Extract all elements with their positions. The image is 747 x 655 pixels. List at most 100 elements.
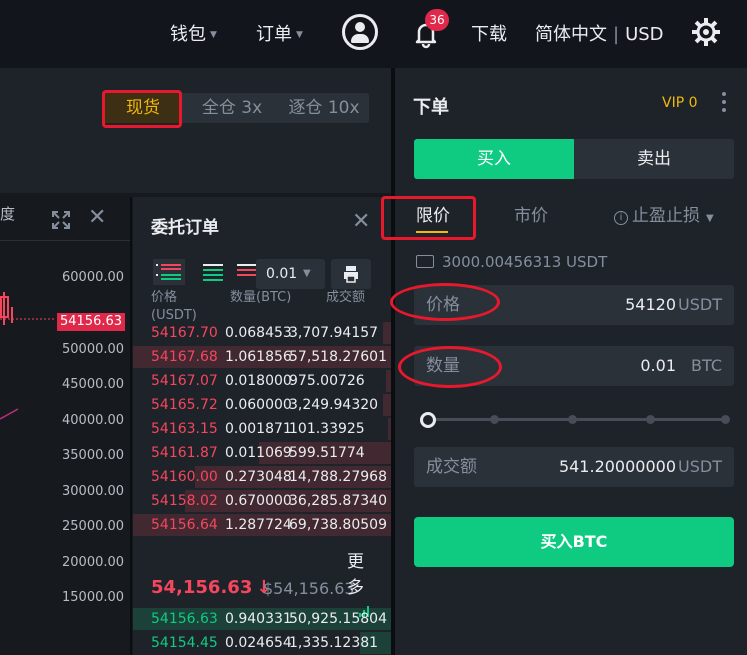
slider-step[interactable]	[568, 415, 577, 424]
close-icon[interactable]: ✕	[88, 205, 106, 230]
chevron-down-icon: ▼	[706, 213, 714, 224]
amount-input-value[interactable]: 0.01	[640, 346, 676, 386]
y-axis-tick: 40000.00	[62, 413, 125, 428]
row-amount: 0.018000	[225, 373, 292, 389]
vip-level-badge[interactable]: VIP 0	[662, 95, 698, 111]
tab-isolated-margin[interactable]: 逐仓 10x	[280, 93, 368, 123]
bid-row[interactable]: 54156.63 0.940331 50,925.15804	[133, 607, 391, 631]
row-price: 54156.63	[151, 611, 218, 627]
available-balance-value: 3000.00456313 USDT	[442, 253, 608, 271]
ask-row[interactable]: 54163.15 0.001871 101.33925	[133, 417, 391, 441]
row-total: 57,518.27601	[289, 349, 387, 365]
row-amount: 0.060000	[225, 397, 292, 413]
ask-row[interactable]: 54161.87 0.011069 599.51774	[133, 441, 391, 465]
candlestick-plot	[0, 292, 56, 420]
notification-badge: 36	[425, 9, 449, 31]
row-total: 36,285.87340	[289, 493, 387, 509]
book-view-both-icon[interactable]	[153, 259, 185, 285]
info-icon: i	[614, 211, 628, 225]
row-price: 54160.00	[151, 469, 218, 485]
user-avatar-icon[interactable]	[342, 14, 378, 50]
row-amount: 0.011069	[225, 445, 292, 461]
row-price: 54158.02	[151, 493, 218, 509]
tab-market[interactable]: 市价	[514, 201, 548, 226]
ask-row[interactable]: 54165.72 0.060000 3,249.94320	[133, 393, 391, 417]
wallet-menu[interactable]: 钱包 ▼	[170, 20, 217, 46]
tab-sell[interactable]: 卖出	[574, 139, 734, 179]
ask-row[interactable]: 54167.70 0.068453 3,707.94157	[133, 321, 391, 345]
expand-icon[interactable]	[52, 211, 70, 229]
row-amount: 1.061856	[225, 349, 292, 365]
price-input-value[interactable]: 54120	[625, 285, 676, 325]
amount-percent-slider[interactable]	[420, 410, 730, 430]
row-total: 599.51774	[289, 445, 365, 461]
row-total: 1,335.12381	[289, 635, 379, 651]
buy-btc-button[interactable]: 买入BTC	[414, 517, 734, 567]
wallet-menu-label: 钱包	[170, 24, 206, 45]
amount-input-unit: BTC	[691, 356, 722, 375]
price-input-unit: USDT	[678, 295, 722, 314]
total-input[interactable]: 成交额 541.20000000 USDT	[414, 447, 734, 487]
slider-handle[interactable]	[420, 412, 436, 428]
precision-select[interactable]: 0.01 ▼	[256, 259, 325, 289]
ask-row[interactable]: 54167.07 0.018000 975.00726	[133, 369, 391, 393]
y-axis-tick: 45000.00	[62, 377, 125, 392]
total-input-value[interactable]: 541.20000000	[559, 447, 676, 487]
row-amount: 0.273048	[225, 469, 292, 485]
top-navigation-bar: 钱包 ▼ 订单 ▼ 36 下载 简体中文 | USD	[0, 0, 747, 68]
book-view-asks-icon[interactable]	[233, 259, 257, 285]
row-total: 14,788.27968	[289, 469, 387, 485]
book-view-bids-icon[interactable]	[195, 259, 227, 285]
y-axis-tick: 50000.00	[62, 342, 125, 357]
panel-divider	[130, 197, 132, 655]
y-axis-tick: 35000.00	[62, 448, 125, 463]
trading-header-panel	[0, 68, 392, 193]
gear-icon[interactable]	[692, 18, 720, 46]
slider-step[interactable]	[721, 415, 730, 424]
download-link[interactable]: 下载	[471, 20, 507, 46]
row-amount: 1.287724	[225, 517, 292, 533]
order-panel-title: 下单	[413, 97, 449, 118]
ask-row[interactable]: 54158.02 0.670000 36,285.87340	[133, 489, 391, 513]
ask-row[interactable]: 54167.68 1.061856 57,518.27601	[133, 345, 391, 369]
row-amount: 0.001871	[225, 421, 292, 437]
tab-stop-limit-label: 止盈止损	[632, 206, 700, 226]
last-price-usd: $54,156.63	[263, 579, 355, 598]
book-settings-button[interactable]	[331, 259, 371, 289]
bid-row[interactable]: 54154.45 0.024654 1,335.12381	[133, 631, 391, 655]
more-link[interactable]: 更多	[347, 549, 367, 601]
y-axis-tick: 15000.00	[62, 590, 125, 605]
tab-buy[interactable]: 买入	[414, 139, 574, 179]
close-icon[interactable]: ✕	[352, 209, 370, 234]
chevron-down-icon: ▼	[303, 268, 311, 279]
row-price: 54167.07	[151, 373, 218, 389]
depth-chart-panel: 度 ✕ 60000.00 50000.00 45000.00 40000.00 …	[0, 197, 130, 655]
tab-stop-limit[interactable]: i 止盈止损 ▼	[614, 201, 714, 226]
orders-menu[interactable]: 订单 ▼	[256, 20, 303, 46]
ask-row[interactable]: 54156.64 1.287724 69,738.80509	[133, 513, 391, 537]
ask-row[interactable]: 54160.00 0.273048 14,788.27968	[133, 465, 391, 489]
available-balance: 3000.00456313 USDT	[416, 253, 607, 271]
current-price-tag: 54156.63	[57, 313, 125, 331]
slider-step[interactable]	[646, 415, 655, 424]
depth-bar	[383, 394, 391, 416]
annotation-highlight-ellipse	[390, 283, 500, 321]
locale-selector[interactable]: 简体中文 | USD	[535, 20, 664, 46]
annotation-highlight-ellipse	[398, 346, 502, 388]
more-options-icon[interactable]	[721, 92, 727, 116]
last-price[interactable]: 54,156.63 ↓	[151, 577, 271, 598]
y-axis-tick: 25000.00	[62, 519, 125, 534]
row-price: 54156.64	[151, 517, 218, 533]
row-price: 54167.68	[151, 349, 218, 365]
orders-menu-label: 订单	[256, 24, 292, 45]
row-amount: 0.940331	[225, 611, 292, 627]
row-price: 54161.87	[151, 445, 218, 461]
slider-step[interactable]	[490, 415, 499, 424]
chevron-down-icon: ▼	[210, 30, 217, 40]
depth-bar	[383, 322, 391, 344]
row-price: 54163.15	[151, 421, 218, 437]
tab-cross-margin[interactable]: 全仓 3x	[192, 93, 272, 123]
row-total: 3,249.94320	[289, 397, 379, 413]
annotation-highlight-box	[102, 90, 182, 128]
precision-value: 0.01	[266, 266, 298, 282]
